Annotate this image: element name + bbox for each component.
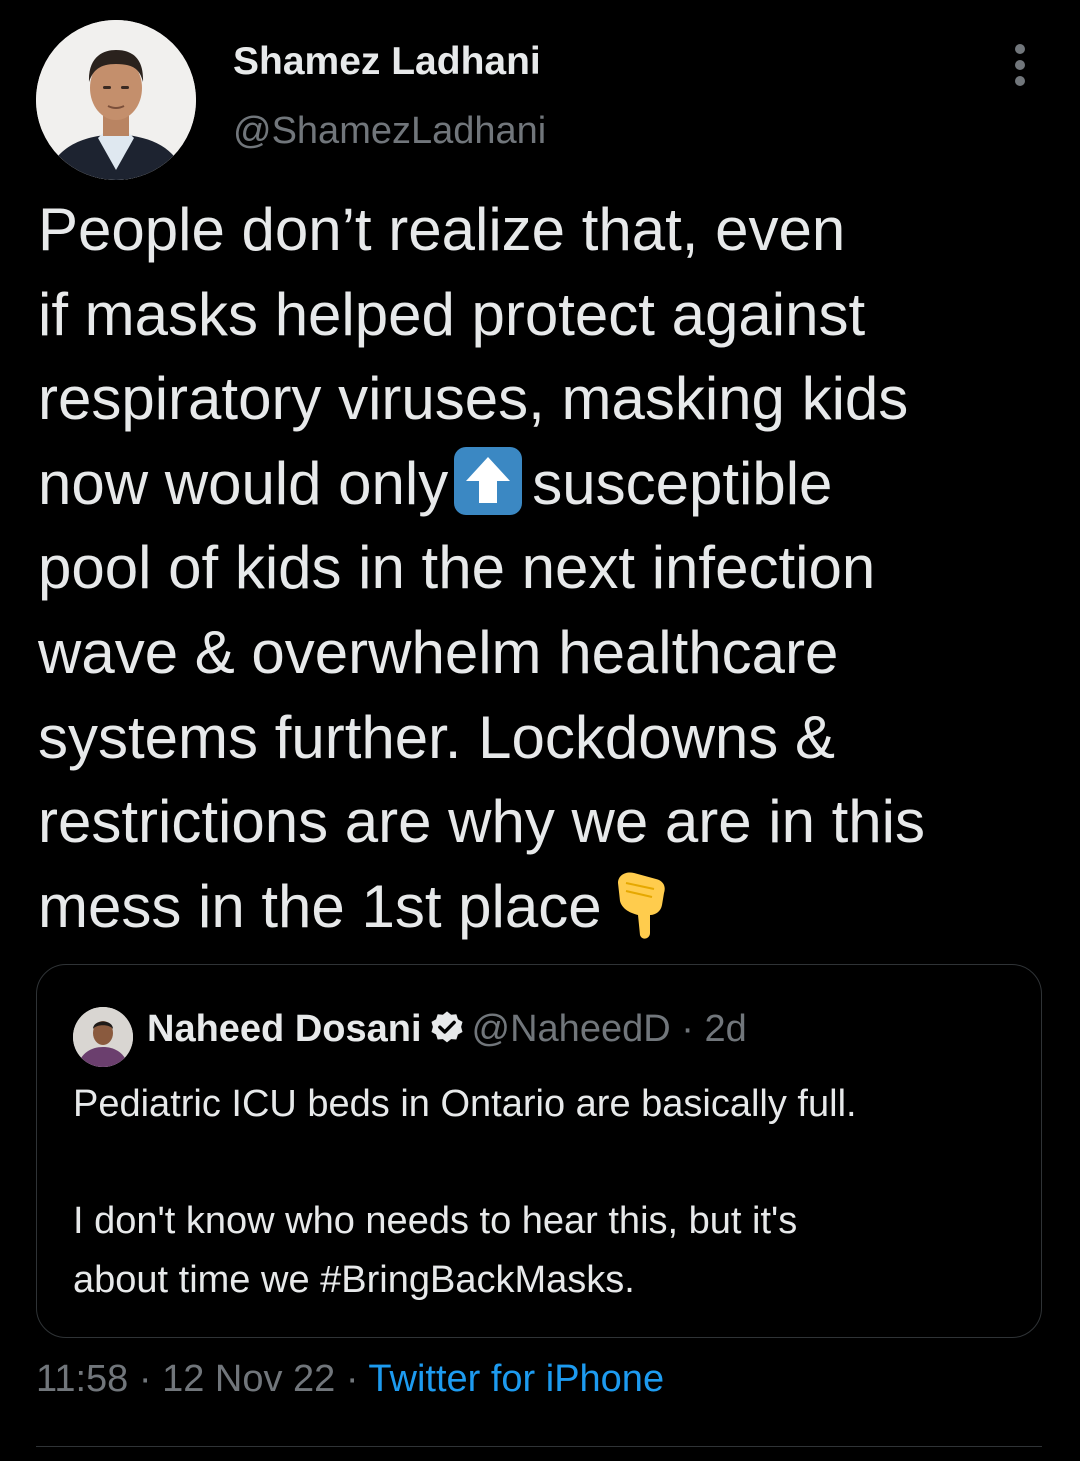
tweet-text-line: People don’t realize that, even bbox=[38, 196, 846, 263]
tweet-text-line: pool of kids in the next infection bbox=[38, 534, 876, 602]
quoted-separator: · bbox=[681, 1008, 694, 1050]
up-arrow-emoji-icon bbox=[454, 446, 523, 515]
tweet-text: People don’t realize that, even if masks… bbox=[38, 188, 1048, 949]
tweet-text-line: respiratory viruses, masking kids bbox=[38, 365, 909, 433]
verified-badge-icon bbox=[431, 1011, 463, 1043]
tweet-text-segment: now would only bbox=[38, 449, 449, 517]
tweet-time[interactable]: 11:58 bbox=[36, 1358, 128, 1400]
tweet-text-line: wave & overwhelm healthcare bbox=[38, 618, 839, 686]
divider bbox=[36, 1446, 1042, 1447]
meta-separator: · bbox=[345, 1358, 359, 1400]
quoted-tweet-card[interactable]: Naheed Dosani @NaheedD · 2d Pediatric ICU… bbox=[36, 964, 1042, 1338]
quoted-author-handle[interactable]: @NaheedD bbox=[472, 1008, 671, 1050]
author-avatar[interactable] bbox=[36, 20, 196, 180]
tweet-meta: 11:58 · 12 Nov 22 · Twitter for iPhone bbox=[36, 1358, 664, 1401]
tweet-text-line: mess in the 1st place bbox=[38, 865, 1048, 950]
tweet-source-link[interactable]: Twitter for iPhone bbox=[368, 1358, 664, 1400]
pointing-down-emoji-icon bbox=[617, 872, 665, 939]
quoted-author-avatar bbox=[73, 1007, 133, 1067]
tweet-text-line: systems further. Lockdowns & bbox=[38, 703, 835, 771]
meta-separator: · bbox=[138, 1358, 152, 1400]
quoted-author-name[interactable]: Naheed Dosani bbox=[147, 1008, 422, 1050]
quoted-tweet-text: Pediatric ICU beds in Ontario are basica… bbox=[73, 1075, 1023, 1309]
quoted-tweet-header: Naheed Dosani @NaheedD · 2d bbox=[147, 1008, 747, 1051]
quoted-timestamp[interactable]: 2d bbox=[704, 1008, 746, 1050]
tweet-text-line: restrictions are why we are in this bbox=[38, 788, 925, 856]
more-dot-icon bbox=[1015, 76, 1025, 86]
quoted-text-line: Pediatric ICU beds in Ontario are basica… bbox=[73, 1083, 857, 1125]
tweet-text-line: if masks helped protect against bbox=[38, 280, 866, 348]
quoted-text-line: I don't know who needs to hear this, but… bbox=[73, 1200, 798, 1242]
more-options-button[interactable] bbox=[1004, 42, 1038, 88]
author-name[interactable]: Shamez Ladhani bbox=[233, 40, 541, 84]
tweet-text-segment: mess in the 1st place bbox=[38, 872, 602, 940]
author-handle[interactable]: @ShamezLadhani bbox=[233, 110, 546, 153]
tweet-text-line: now would only susceptible bbox=[38, 442, 1048, 527]
tweet-date[interactable]: 12 Nov 22 bbox=[162, 1358, 335, 1400]
more-dot-icon bbox=[1015, 44, 1025, 54]
tweet-text-segment: susceptible bbox=[532, 449, 833, 517]
quoted-text-line: about time we #BringBackMasks. bbox=[73, 1258, 635, 1301]
quoted-text-line bbox=[73, 1134, 1023, 1193]
more-dot-icon bbox=[1015, 60, 1025, 70]
